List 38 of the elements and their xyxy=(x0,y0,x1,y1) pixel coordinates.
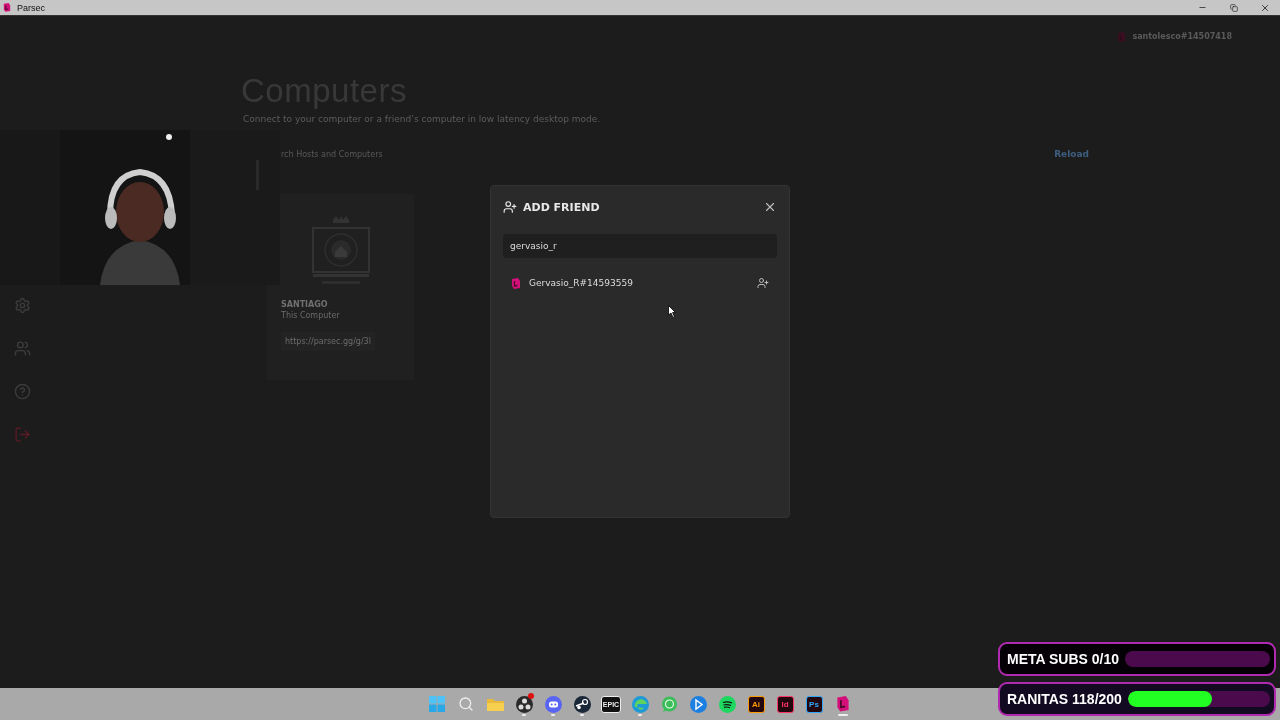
goal-label: META SUBS 0/10 xyxy=(1007,651,1120,667)
parsec-logo-icon xyxy=(3,3,11,12)
friend-result-name[interactable]: Gervasio_R#14593559 xyxy=(529,278,633,288)
windows-icon xyxy=(429,696,445,712)
steam-icon xyxy=(573,695,591,713)
search-icon xyxy=(458,696,474,712)
home-computer-icon xyxy=(311,216,370,286)
computer-name: SANTIAGO xyxy=(281,300,329,309)
sidebar-button[interactable] xyxy=(12,295,32,315)
add-friend-button[interactable] xyxy=(757,277,769,289)
friend-search-field[interactable]: gervasio_r xyxy=(503,234,777,258)
app-icon xyxy=(689,695,707,713)
mouse-cursor-icon xyxy=(668,305,676,318)
discord-icon xyxy=(544,695,562,713)
spotify-icon xyxy=(718,695,736,713)
sidebar-button[interactable] xyxy=(12,338,32,358)
people-icon xyxy=(13,339,31,357)
close-icon xyxy=(1259,2,1270,13)
whatsapp-icon xyxy=(660,695,678,713)
dialog-title: ADD FRIEND xyxy=(523,200,600,214)
sidebar-button[interactable] xyxy=(12,381,32,401)
add-user-icon xyxy=(503,200,517,214)
logout-icon xyxy=(13,425,31,443)
parsec-logo-icon xyxy=(836,696,850,712)
computer-description: This Computer xyxy=(281,311,341,320)
account-name: santolesco#14507418 xyxy=(1132,32,1232,42)
window-title: Parsec xyxy=(17,2,45,13)
folder-icon xyxy=(486,697,504,711)
edge-icon xyxy=(631,695,649,713)
settings-icon xyxy=(13,296,31,314)
close-button[interactable] xyxy=(763,200,777,214)
taskbar-app-button[interactable] xyxy=(514,692,534,716)
goal-label: RANITAS 118/200 xyxy=(1007,691,1122,707)
help-icon xyxy=(13,382,31,400)
parsec-logo-icon xyxy=(1117,32,1127,42)
restore-icon xyxy=(1229,3,1238,12)
obs-icon xyxy=(515,695,533,713)
parsec-logo-icon xyxy=(511,277,521,289)
